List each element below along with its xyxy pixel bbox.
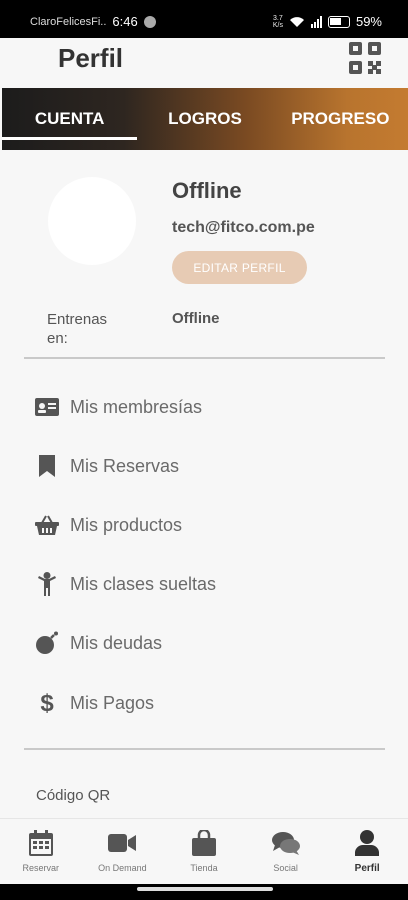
menu-label: Mis deudas: [70, 632, 163, 653]
screen: ClaroFelicesFi.. 6:46 3.7 K/s 59% Perfil: [0, 0, 408, 900]
trains-at-label: Entrenas en:: [47, 311, 108, 347]
trains-at-value: Offline: [172, 310, 220, 327]
network-speed-unit: K/s: [272, 21, 283, 29]
notification-icon: [143, 15, 156, 28]
menu-item-single-classes[interactable]: Mis clases sueltas: [0, 559, 408, 609]
battery-percent: 59%: [355, 14, 382, 29]
basket-icon: [35, 513, 59, 537]
menu-label: Mis Reservas: [70, 455, 180, 476]
menu-label: Mis Pagos: [70, 692, 155, 713]
status-bar: ClaroFelicesFi.. 6:46 3.7 K/s 59%: [0, 0, 408, 38]
video-camera-icon: [108, 829, 137, 857]
dollar-icon: $: [35, 691, 59, 715]
edit-profile-button[interactable]: EDITAR PERFIL: [172, 251, 307, 284]
tab-cuenta[interactable]: CUENTA: [2, 88, 138, 150]
shopping-bag-icon: [190, 829, 218, 857]
bottom-nav: Reservar On Demand Tienda Social Perfil: [0, 818, 408, 884]
nav-reservar[interactable]: Reservar: [0, 819, 82, 884]
menu-item-products[interactable]: Mis productos: [0, 500, 408, 550]
id-card-icon: [35, 395, 59, 419]
nav-label: On Demand: [98, 863, 147, 873]
carrier-name: ClaroFelicesFi..: [30, 15, 107, 28]
avatar[interactable]: [48, 177, 136, 265]
bookmark-icon: [35, 454, 59, 478]
status-left: ClaroFelicesFi.. 6:46: [30, 14, 156, 29]
nav-label: Tienda: [190, 863, 218, 873]
menu-item-reservations[interactable]: Mis Reservas: [0, 441, 408, 491]
person-icon: [35, 572, 59, 596]
profile-name: Offline: [172, 178, 242, 203]
header: Perfil: [0, 38, 408, 86]
menu-item-payments[interactable]: $ Mis Pagos: [0, 678, 408, 728]
network-speed: 3.7 K/s: [273, 15, 283, 29]
nav-on-demand[interactable]: On Demand: [82, 819, 164, 884]
tab-logros[interactable]: LOGROS: [137, 88, 272, 150]
divider: [24, 748, 385, 750]
profile-email: tech@fitco.com.pe: [172, 219, 315, 236]
battery-icon: [327, 15, 350, 28]
tab-progreso[interactable]: PROGRESO: [273, 88, 408, 150]
calendar-icon: [27, 829, 55, 857]
page-title: Perfil: [58, 43, 124, 73]
nav-tienda[interactable]: Tienda: [163, 819, 245, 884]
tab-bar: CUENTA LOGROS PROGRESO: [2, 88, 408, 150]
menu-item-debts[interactable]: Mis deudas: [0, 618, 408, 668]
user-icon: [353, 829, 381, 857]
divider: [24, 357, 385, 359]
wifi-icon: [289, 16, 304, 27]
nav-label: Reservar: [22, 863, 60, 873]
nav-social[interactable]: Social: [245, 819, 327, 884]
menu-label: Mis clases sueltas: [70, 573, 217, 594]
nav-label: Perfil: [354, 863, 380, 874]
nav-label: Social: [273, 863, 298, 873]
qr-code-icon[interactable]: [349, 42, 381, 74]
status-right: 3.7 K/s 59%: [273, 14, 382, 29]
nav-perfil[interactable]: Perfil: [326, 819, 408, 884]
bomb-icon: [35, 631, 59, 655]
signal-icon: [310, 15, 322, 28]
network-speed-value: 3.7: [273, 14, 283, 22]
menu-label: Mis productos: [70, 514, 183, 535]
home-gesture-bar[interactable]: [137, 887, 273, 891]
svg-text:$: $: [40, 691, 54, 715]
qr-section-title: Código QR: [36, 787, 111, 804]
menu-item-memberships[interactable]: Mis membresías: [0, 382, 408, 432]
menu-label: Mis membresías: [70, 396, 203, 417]
status-time: 6:46: [112, 14, 138, 29]
chat-bubbles-icon: [271, 829, 300, 857]
